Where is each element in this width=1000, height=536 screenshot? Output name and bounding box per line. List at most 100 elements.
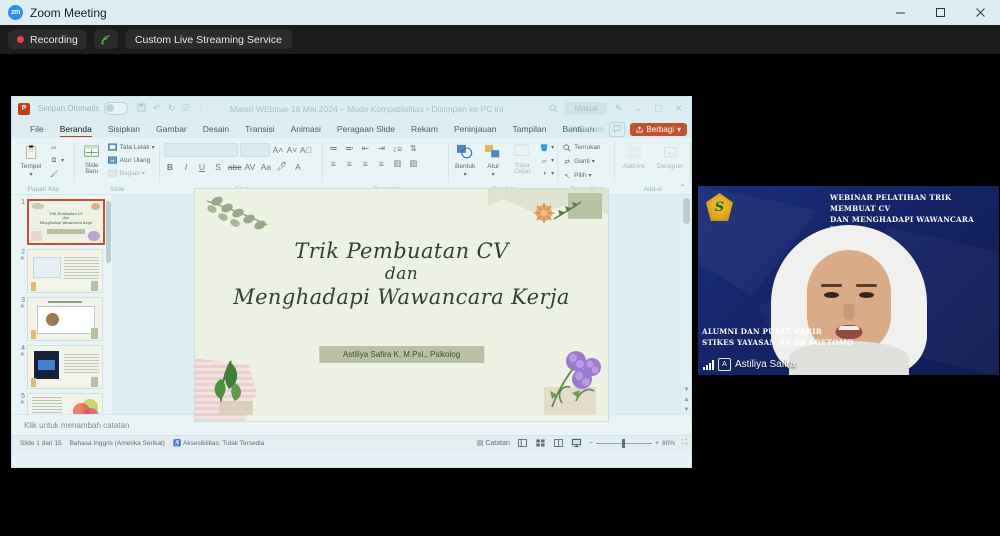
justify-icon[interactable]: ≡	[375, 159, 387, 169]
underline-icon[interactable]: U	[196, 162, 208, 172]
search-icon[interactable]	[545, 100, 562, 117]
find-button[interactable]: Temukan	[562, 142, 601, 153]
present-icon[interactable]: ⎚	[182, 103, 189, 114]
redo-icon[interactable]: ↻	[168, 103, 176, 114]
language-label[interactable]: Bahasa Inggris (Amerika Serikat)	[70, 440, 165, 447]
tab-desain[interactable]: Desain	[195, 120, 237, 138]
slide-subtitle[interactable]: Astiliya Safira K, M.Psi., Psikolog	[318, 345, 485, 363]
close-button[interactable]	[960, 0, 1000, 25]
shape-fill-button[interactable]: 🪣 ▾	[539, 142, 554, 153]
thumbnail-item[interactable]: 1 Trik Pembuatan CV dan Menghadapi Wawanca…	[12, 199, 112, 245]
thumbnail-slide-2[interactable]	[27, 249, 103, 293]
format-painter-button[interactable]: 🖌	[49, 168, 64, 179]
minimize-button[interactable]	[880, 0, 920, 25]
new-slide-button[interactable]: Slide Baru	[79, 142, 105, 175]
tab-transisi[interactable]: Transisi	[237, 120, 282, 138]
autosave-toggle[interactable]	[104, 102, 129, 115]
previous-slide-icon[interactable]: ▼	[682, 385, 691, 394]
chevron-down-icon[interactable]: ▾	[29, 171, 32, 178]
shrink-font-icon[interactable]: A˅	[286, 145, 298, 155]
tab-beranda[interactable]: Beranda	[52, 120, 100, 138]
zoom-slider[interactable]: − + 80%	[589, 438, 675, 448]
minimize-icon[interactable]: –	[630, 100, 647, 117]
scroll-down-icon[interactable]: ▼	[682, 405, 691, 414]
slide-canvas-area[interactable]: Trik Pembuatan CV dan Menghadapi Wawanca…	[112, 188, 691, 421]
tab-animasi[interactable]: Animasi	[283, 120, 329, 138]
next-slide-icon[interactable]: ▲	[682, 395, 691, 404]
zoom-level-label[interactable]: 80%	[662, 440, 675, 447]
smartart-icon[interactable]: ▧	[407, 158, 419, 169]
section-button[interactable]: Bagian ▾	[108, 168, 155, 179]
zoom-in-button[interactable]: +	[655, 440, 659, 447]
tab-sisipkan[interactable]: Sisipkan	[100, 120, 148, 138]
tab-file[interactable]: File	[22, 120, 52, 138]
font-size-input[interactable]	[239, 143, 270, 157]
align-right-icon[interactable]: ≡	[359, 159, 371, 169]
broadcast-icon[interactable]	[93, 30, 118, 49]
slide-sorter-icon[interactable]	[535, 438, 546, 448]
text-highlight-color-icon[interactable]: 🖊	[276, 161, 288, 172]
addins-button[interactable]: Add-ins	[619, 142, 649, 170]
zoom-slider-handle[interactable]	[621, 438, 625, 448]
change-case-icon[interactable]: Aa	[260, 162, 272, 172]
scrollbar-thumb[interactable]	[683, 198, 690, 224]
slide-vertical-scrollbar[interactable]: ▲ ▼ ▲ ▼	[682, 195, 691, 414]
thumbnail-slide-3[interactable]	[27, 297, 103, 341]
thumbnail-slide-4[interactable]	[27, 345, 103, 389]
increase-indent-icon[interactable]: ⇥	[375, 143, 387, 154]
zoom-slider-track[interactable]	[595, 438, 652, 448]
record-button[interactable]: Rekam	[569, 125, 604, 134]
notes-button[interactable]: ▤ Catatan	[477, 439, 510, 448]
paste-button[interactable]: Tempel ▾	[16, 142, 46, 178]
font-color-icon[interactable]: A	[292, 162, 304, 172]
line-spacing-icon[interactable]: ↕≡	[391, 144, 403, 154]
text-shadow-icon[interactable]: S	[212, 162, 224, 172]
autosave-control[interactable]: Simpan Otomatis	[38, 102, 129, 115]
recording-indicator[interactable]: Recording	[8, 30, 87, 49]
thumbnail-slide-5[interactable]	[27, 393, 103, 414]
font-name-input[interactable]	[163, 143, 238, 157]
shapes-button[interactable]: Bentuk ▾	[453, 142, 477, 178]
reset-button[interactable]: Atur Ulang	[108, 155, 155, 166]
undo-icon[interactable]: ↶	[153, 103, 161, 114]
restore-icon[interactable]: ▢	[650, 100, 667, 117]
participant-video-tile[interactable]: S WEBINAR PELATIHAN TRIK MEMBUAT CV DAN …	[698, 186, 999, 375]
signin-button[interactable]: Masuk	[565, 102, 607, 115]
select-button[interactable]: ↖ Pilih ▾	[562, 170, 600, 181]
fit-to-window-icon[interactable]: ⛶	[682, 439, 687, 447]
slide-thumbnail-panel[interactable]: 1 Trik Pembuatan CV dan Menghadapi Wawanca…	[12, 195, 112, 414]
replace-button[interactable]: ⇄ Ganti ▾	[562, 156, 600, 167]
align-center-icon[interactable]: ≡	[343, 159, 355, 169]
decrease-indent-icon[interactable]: ⇤	[359, 143, 371, 154]
thumbnail-item[interactable]: 3 ★	[12, 297, 112, 341]
thumbnail-scrollbar[interactable]	[106, 197, 111, 412]
pen-icon[interactable]: ✎	[610, 100, 627, 117]
clear-formatting-icon[interactable]: A⃠	[300, 145, 312, 155]
quick-styles-button[interactable]: Gaya Cepat	[509, 142, 535, 175]
comment-icon[interactable]	[609, 121, 626, 137]
arrange-button[interactable]: Atur ▾	[481, 142, 505, 178]
slideshow-icon[interactable]	[570, 438, 582, 448]
numbering-icon[interactable]: ≕	[343, 143, 355, 154]
accessibility-status[interactable]: ♿ Aksesibilitas: Tidak Tersedia	[173, 439, 264, 448]
cut-button[interactable]: ✂	[49, 142, 64, 153]
italic-icon[interactable]: I	[180, 162, 192, 172]
bullets-icon[interactable]: ≔	[327, 143, 339, 154]
zoom-out-button[interactable]: −	[589, 440, 593, 447]
tab-peninjauan[interactable]: Peninjauan	[446, 120, 505, 138]
tab-peragaan-slide[interactable]: Peragaan Slide	[329, 120, 403, 138]
thumbnail-item[interactable]: 2 ★	[12, 249, 112, 293]
current-slide[interactable]: Trik Pembuatan CV dan Menghadapi Wawanca…	[195, 188, 608, 421]
normal-view-icon[interactable]	[517, 438, 528, 448]
strikethrough-icon[interactable]: abc	[228, 162, 242, 172]
layout-button[interactable]: Tata Letak ▾	[108, 142, 155, 153]
shape-outline-button[interactable]: ▱ ▾	[539, 155, 555, 166]
shape-effects-button[interactable]: ◑ ▾	[539, 168, 554, 179]
copy-button[interactable]: ⧉ ▾	[49, 155, 64, 166]
align-left-icon[interactable]: ≡	[327, 159, 339, 169]
thumbnail-slide-1[interactable]: Trik Pembuatan CV dan Menghadapi Wawancara…	[27, 199, 105, 245]
thumbnail-item[interactable]: 5 ★	[12, 393, 112, 414]
close-icon[interactable]: ✕	[670, 100, 687, 117]
text-direction-icon[interactable]: ⇅	[407, 143, 419, 154]
live-streaming-service-chip[interactable]: Custom Live Streaming Service	[124, 30, 292, 49]
